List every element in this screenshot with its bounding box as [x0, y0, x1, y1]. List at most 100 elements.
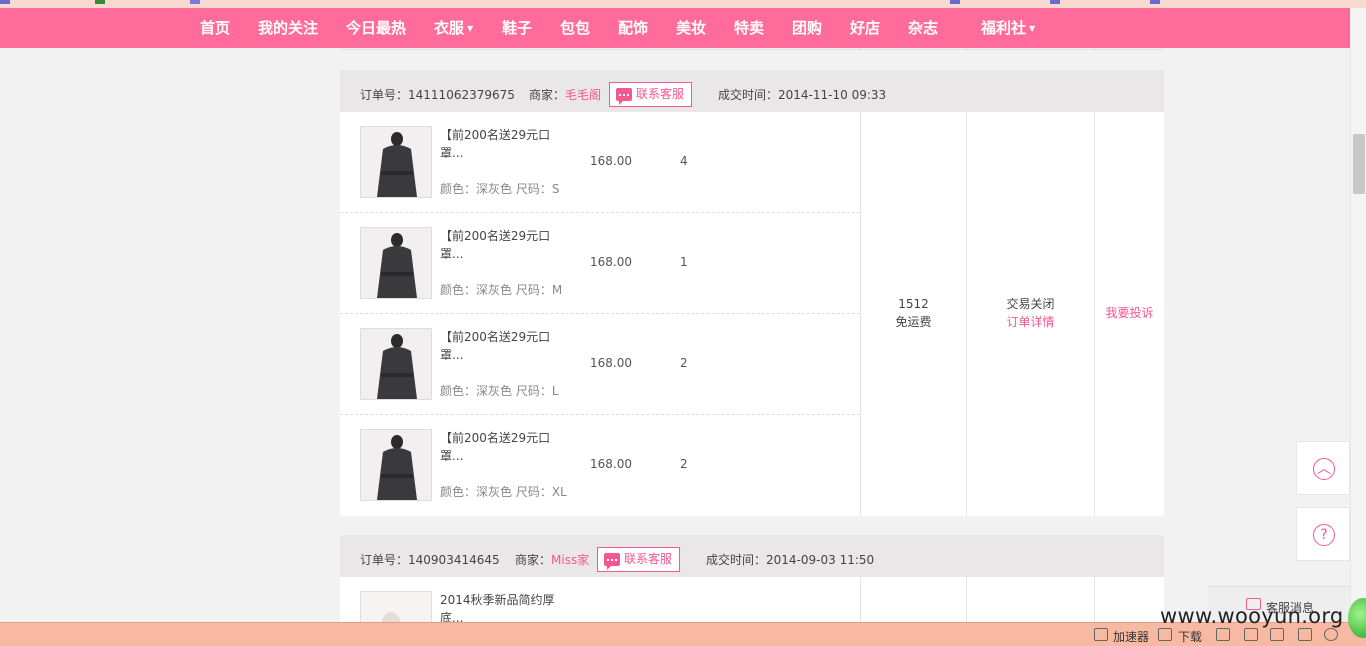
nav-shoes[interactable]: 鞋子: [502, 8, 532, 48]
nav-label: 衣服: [434, 19, 465, 37]
coat-image-icon: [361, 329, 431, 399]
order-total: 1512 免运费: [861, 295, 966, 331]
previous-order-bottom: [340, 48, 1164, 50]
nav-label: 今日最热: [346, 19, 407, 37]
sound-icon[interactable]: [1270, 628, 1284, 641]
page-scrollbar[interactable]: [1350, 8, 1366, 622]
accelerator-icon: [1094, 628, 1108, 641]
accelerator-button[interactable]: 加速器: [1113, 628, 1149, 645]
download-icon: [1158, 628, 1172, 641]
order-number: 订单号：140903414645: [360, 553, 500, 567]
nav-label: 包包: [560, 19, 591, 37]
nav-clothes[interactable]: 衣服 ▼: [434, 8, 473, 48]
coat-image-icon: [361, 127, 431, 197]
product-quantity: 2: [680, 356, 688, 370]
product-title-link[interactable]: 【前200名送29元口罩...: [440, 227, 570, 263]
coat-image-icon: [361, 430, 431, 500]
chat-icon: [604, 553, 620, 570]
coat-image-icon: [361, 228, 431, 298]
shipping-info: 免运费: [895, 315, 932, 329]
divider: [860, 577, 861, 622]
nav-magazine[interactable]: 杂志: [908, 8, 938, 48]
nav-bags[interactable]: 包包: [560, 8, 590, 48]
scrollbar-thumb[interactable]: [1353, 134, 1365, 194]
product-price: 168.00: [590, 255, 632, 269]
nav-label: 配饰: [618, 19, 649, 37]
watermark: www.wooyun.org: [1160, 604, 1344, 628]
product-thumbnail[interactable]: [360, 328, 432, 400]
product-spec: 颜色：深灰色 尺码：S: [440, 182, 560, 196]
nav-label: 鞋子: [502, 19, 533, 37]
product-quantity: 2: [680, 457, 688, 471]
nav-label: 特卖: [734, 19, 765, 37]
nav-accessories[interactable]: 配饰: [618, 8, 648, 48]
product-title-link[interactable]: 2014秋季新品简约厚底...: [440, 591, 570, 622]
product-quantity: 4: [680, 154, 688, 168]
nav-label: 好店: [850, 19, 881, 37]
product-title-link[interactable]: 【前200名送29元口罩...: [440, 328, 570, 364]
order-item-row: 【前200名送29元口罩... 颜色：深灰色 尺码：S 168.00 4: [340, 112, 860, 213]
nav-welfare[interactable]: 福利社 ▼: [981, 8, 1035, 48]
status-text: 交易关闭: [1006, 297, 1055, 311]
download-button[interactable]: 下载: [1178, 628, 1202, 645]
seller-link[interactable]: Miss家: [551, 553, 589, 567]
chat-icon: [616, 88, 632, 105]
order-card: 订单号：14111062379675 商家：毛毛阁 联系客服 成交时间：2014…: [340, 70, 1164, 516]
product-title-link[interactable]: 【前200名送29元口罩...: [440, 429, 570, 465]
nav-label: 福利社: [981, 19, 1027, 37]
nav-good-shops[interactable]: 好店: [850, 8, 880, 48]
nav-group-buy[interactable]: 团购: [792, 8, 822, 48]
product-spec: 颜色：深灰色 尺码：L: [440, 384, 559, 398]
trash-icon[interactable]: [1244, 628, 1258, 641]
deal-time: 成交时间：2014-09-03 11:50: [706, 553, 875, 567]
product-quantity: 1: [680, 255, 688, 269]
divider: [860, 48, 861, 51]
nav-label: 我的关注: [258, 19, 319, 37]
product-price: 168.00: [590, 154, 632, 168]
nav-my-follows[interactable]: 我的关注: [258, 8, 318, 48]
product-image-icon: [361, 592, 431, 622]
order-card: 订单号：140903414645 商家：Miss家 联系客服 成交时间：2014…: [340, 535, 1164, 622]
nav-beauty[interactable]: 美妆: [676, 8, 706, 48]
complaint-link[interactable]: 我要投诉: [1095, 304, 1164, 322]
product-thumbnail[interactable]: [360, 429, 432, 501]
nav-home[interactable]: 首页: [200, 8, 230, 48]
chevron-down-icon: ▼: [467, 23, 474, 33]
nav-label: 美妆: [676, 19, 707, 37]
nav-label: 首页: [200, 19, 231, 37]
order-detail-link[interactable]: 订单详情: [967, 313, 1094, 331]
product-thumbnail[interactable]: [360, 126, 432, 198]
nav-sale[interactable]: 特卖: [734, 8, 764, 48]
order-item-row: 【前200名送29元口罩... 颜色：深灰色 尺码：XL 168.00 2: [340, 415, 860, 516]
add-icon[interactable]: [1216, 628, 1230, 641]
contact-service-button[interactable]: 联系客服: [609, 82, 693, 107]
divider: [966, 48, 967, 51]
product-title-link[interactable]: 【前200名送29元口罩...: [440, 126, 570, 162]
nav-label: 杂志: [908, 19, 939, 37]
product-price: 168.00: [590, 457, 632, 471]
contact-service-button[interactable]: 联系客服: [597, 547, 681, 572]
seller-info: 商家：Miss家: [515, 553, 590, 567]
order-item-row: 【前200名送29元口罩... 颜色：深灰色 尺码：M 168.00 1: [340, 213, 860, 314]
divider: [1094, 577, 1095, 622]
nav-today-hot[interactable]: 今日最热: [346, 8, 406, 48]
order-header: 订单号：14111062379675 商家：毛毛阁 联系客服 成交时间：2014…: [340, 70, 1164, 112]
help-icon: ?: [1313, 524, 1335, 546]
nav-label: 团购: [792, 19, 823, 37]
order-number: 订单号：14111062379675: [360, 88, 515, 102]
divider: [966, 577, 967, 622]
divider: [1094, 48, 1095, 51]
deal-time: 成交时间：2014-11-10 09:33: [718, 88, 887, 102]
product-thumbnail[interactable]: [360, 227, 432, 299]
order-status: 交易关闭 订单详情: [967, 295, 1094, 331]
seller-link[interactable]: 毛毛阁: [565, 88, 601, 102]
seller-info: 商家：毛毛阁: [529, 88, 602, 102]
order-item-row: 【前200名送29元口罩... 颜色：深灰色 尺码：L 168.00 2: [340, 314, 860, 415]
back-to-top-button[interactable]: ︿: [1296, 441, 1350, 495]
product-thumbnail[interactable]: [360, 591, 432, 622]
total-amount: 1512: [898, 297, 929, 311]
main-nav-bar: 首页 我的关注 今日最热 衣服 ▼ 鞋子 包包 配饰 美妆 特卖 团购 好店 杂志…: [0, 8, 1350, 48]
zoom-icon[interactable]: [1324, 628, 1338, 641]
print-icon[interactable]: [1298, 628, 1312, 641]
help-button[interactable]: ?: [1296, 507, 1350, 561]
